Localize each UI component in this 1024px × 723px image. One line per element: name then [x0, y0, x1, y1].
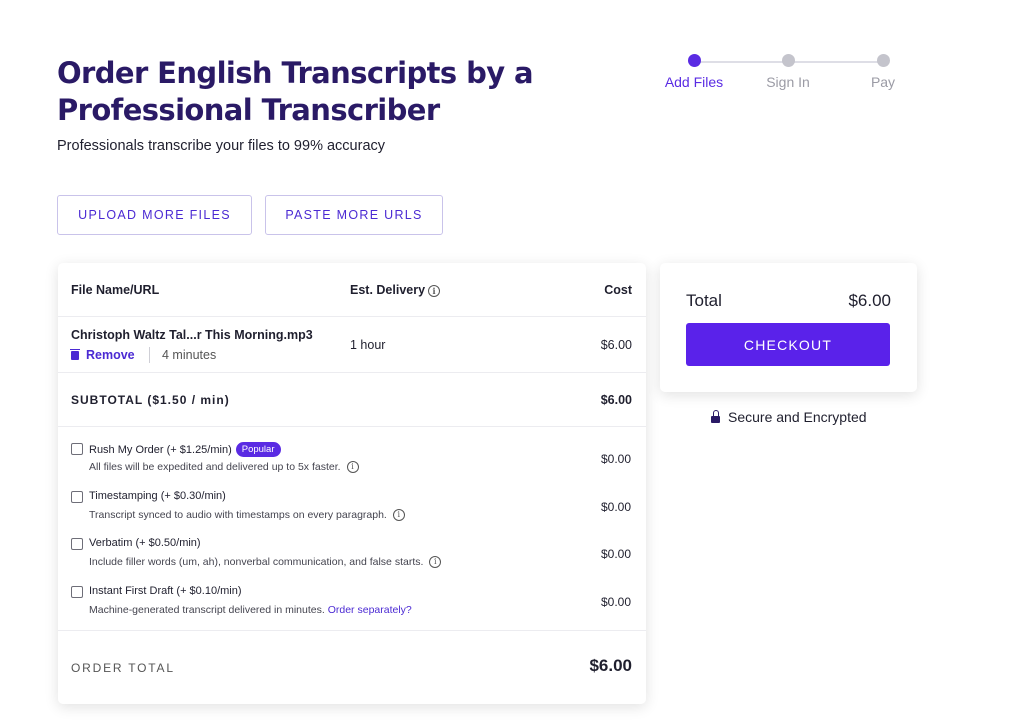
col-header-file: File Name/URL — [71, 283, 160, 297]
summary-card: Total $6.00 CHECKOUT — [660, 263, 917, 392]
step-add-files: Add Files — [664, 54, 724, 90]
file-delivery: 1 hour — [350, 338, 386, 352]
trash-icon — [70, 348, 80, 360]
step-dot — [876, 54, 890, 67]
lock-icon — [711, 409, 720, 423]
divider — [58, 426, 646, 427]
popular-badge: Popular — [235, 442, 281, 457]
rush-checkbox[interactable] — [71, 443, 83, 455]
addon-name: Verbatim (+ $0.50/min) — [89, 537, 201, 549]
page-subtitle: Professionals transcribe your files to 9… — [57, 138, 386, 154]
addon-name-text: Rush My Order (+ $1.25/min) — [89, 444, 232, 456]
addon-description-text: Machine-generated transcript delivered i… — [89, 604, 325, 616]
info-icon[interactable]: i — [428, 284, 441, 297]
order-separately-link[interactable]: Order separately? — [328, 604, 412, 616]
verbatim-checkbox[interactable] — [71, 538, 83, 550]
col-header-delivery: Est. Delivery i — [350, 283, 441, 297]
addon-description-text: Include filler words (um, ah), nonverbal… — [89, 556, 424, 568]
progress-steps: Add Files Sign In Pay — [664, 54, 904, 94]
addon-cost: $0.00 — [600, 452, 631, 466]
secure-notice: Secure and Encrypted — [711, 409, 867, 425]
file-cost: $6.00 — [600, 338, 632, 352]
addon-cost: $0.00 — [600, 595, 631, 609]
order-total-value: $6.00 — [589, 656, 632, 675]
order-table-card: File Name/URL Est. Delivery i Cost Christ… — [58, 263, 646, 704]
addon-description: Include filler words (um, ah), nonverbal… — [89, 556, 442, 569]
divider — [58, 372, 646, 373]
timestamping-checkbox[interactable] — [71, 491, 83, 503]
upload-more-files-button[interactable]: UPLOAD MORE FILES — [57, 195, 252, 235]
step-label: Add Files — [664, 74, 724, 90]
addon-name: Instant First Draft (+ $0.10/min) — [89, 585, 242, 597]
step-dot — [687, 54, 701, 67]
separator — [149, 347, 150, 363]
col-header-delivery-label: Est. Delivery — [350, 283, 426, 297]
addon-name: Timestamping (+ $0.30/min) — [89, 490, 226, 502]
addon-description-text: Transcript synced to audio with timestam… — [89, 509, 387, 521]
subtotal-value: $6.00 — [600, 393, 632, 407]
total-value: $6.00 — [848, 291, 891, 310]
step-label: Pay — [870, 74, 896, 90]
divider — [58, 630, 646, 631]
step-pay: Pay — [853, 54, 913, 90]
page-title: Order English Transcripts by a Professio… — [57, 56, 534, 127]
addon-description: Transcript synced to audio with timestam… — [89, 509, 405, 522]
remove-button[interactable]: Remove — [70, 348, 135, 362]
divider — [58, 316, 646, 317]
file-name: Christoph Waltz Tal...r This Morning.mp3 — [71, 328, 313, 342]
step-sign-in: Sign In — [758, 54, 818, 90]
addon-description: Machine-generated transcript delivered i… — [89, 604, 412, 616]
checkout-button[interactable]: CHECKOUT — [686, 323, 890, 366]
addon-description-text: All files will be expedited and delivere… — [89, 461, 341, 473]
remove-label: Remove — [86, 348, 135, 362]
step-dot — [781, 54, 795, 67]
info-icon[interactable]: i — [429, 556, 442, 569]
step-label: Sign In — [766, 74, 810, 90]
info-icon[interactable]: i — [392, 509, 405, 522]
col-header-cost: Cost — [604, 283, 632, 297]
total-label: Total — [686, 291, 722, 310]
info-icon[interactable]: i — [346, 461, 359, 474]
secure-label: Secure and Encrypted — [728, 409, 867, 425]
subtotal-label: SUBTOTAL ($1.50 / min) — [71, 393, 230, 407]
file-duration: 4 minutes — [162, 348, 217, 362]
paste-more-urls-button[interactable]: PASTE MORE URLS — [265, 195, 443, 235]
addon-description: All files will be expedited and delivere… — [89, 461, 359, 474]
addon-name: Rush My Order (+ $1.25/min) Popular — [89, 442, 281, 457]
addon-cost: $0.00 — [600, 547, 631, 561]
addon-cost: $0.00 — [600, 500, 631, 514]
instant-draft-checkbox[interactable] — [71, 586, 83, 598]
order-total-label: ORDER TOTAL — [71, 661, 175, 675]
